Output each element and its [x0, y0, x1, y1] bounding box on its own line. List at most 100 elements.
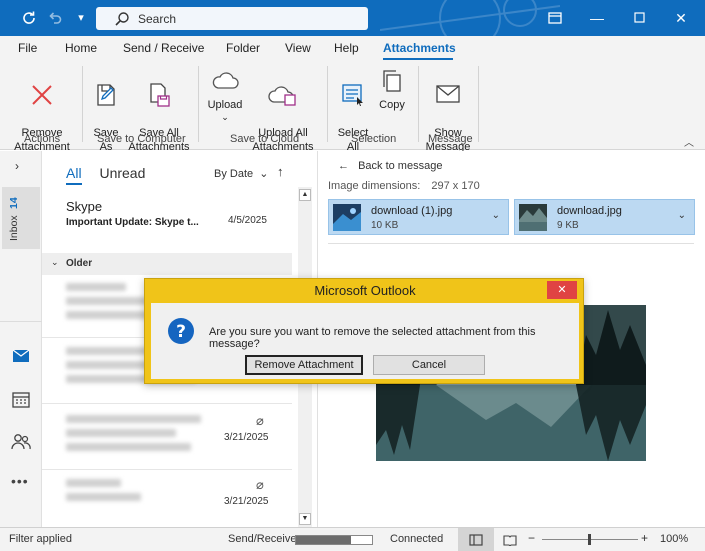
chevron-down-icon[interactable]: ⌄ [492, 210, 500, 221]
search-placeholder: Search [138, 12, 177, 26]
title-bar: ▾ Search — ✕ [0, 0, 705, 36]
inbox-label: Inbox [8, 215, 20, 242]
send-receive-progress [295, 535, 373, 545]
message-subject[interactable]: Important Update: Skype t... [66, 217, 199, 228]
back-to-message-link[interactable]: ← Back to message [338, 160, 442, 172]
rail-divider [0, 321, 42, 322]
back-label: Back to message [358, 160, 443, 172]
attachment-thumbnail [519, 204, 547, 231]
minimize-button[interactable]: — [582, 6, 612, 30]
ribbon-display-options-icon[interactable] [540, 6, 570, 30]
calendar-icon[interactable] [12, 391, 30, 411]
group-selection: Selection [351, 133, 397, 145]
attachment-name: download.jpg [557, 205, 622, 217]
ribbon: Remove Attachment Actions Save As Save A… [0, 60, 705, 153]
menu-folder[interactable]: Folder [226, 41, 260, 55]
progress-fill [296, 536, 351, 544]
save-all-icon [150, 83, 170, 107]
dialog-body: ? Are you sure you want to remove the se… [151, 303, 579, 379]
dialog-close-button[interactable]: ✕ [547, 281, 577, 299]
cloud-upload-icon [268, 86, 296, 106]
upload-dropdown-icon: ⌄ [221, 112, 229, 122]
zoom-in-button[interactable]: + [641, 531, 648, 545]
zoom-slider-thumb[interactable] [588, 534, 591, 545]
remove-attachment-confirm-button[interactable]: Remove Attachment [245, 355, 363, 375]
upload-button[interactable]: Upload ⌄ [204, 68, 246, 122]
message-sender[interactable]: Skype [66, 199, 102, 214]
group-separator [478, 66, 479, 142]
status-bar: Filter applied Send/Receive Connected − … [0, 527, 705, 551]
back-arrow-icon: ← [338, 160, 349, 172]
title-bar-decoration [380, 0, 560, 36]
dialog-message: Are you sure you want to remove the sele… [209, 326, 536, 350]
close-window-button[interactable]: ✕ [666, 6, 696, 30]
collapse-ribbon-icon[interactable]: ︿ [684, 134, 694, 149]
list-item-blurred[interactable] [66, 479, 216, 527]
menu-view[interactable]: View [285, 41, 311, 55]
tab-unread[interactable]: Unread [99, 165, 145, 181]
attachment-chip[interactable]: download (1).jpg 10 KB ⌄ [328, 199, 509, 235]
chevron-down-icon[interactable]: ⌄ [678, 210, 686, 221]
search-icon [115, 12, 129, 26]
message-date: 3/21/2025 [224, 496, 269, 507]
more-apps-icon[interactable]: ••• [11, 473, 29, 489]
zoom-level[interactable]: 100% [660, 533, 688, 545]
menu-send-receive[interactable]: Send / Receive [123, 41, 204, 55]
svg-text:?: ? [176, 322, 186, 342]
attachment-size: 9 KB [557, 220, 579, 231]
group-separator [327, 66, 328, 142]
dims-value: 297 x 170 [431, 180, 480, 192]
maximize-button[interactable] [624, 6, 654, 30]
group-header-older[interactable]: ⌄ Older [42, 253, 292, 275]
group-actions: Actions [24, 133, 61, 145]
copy-label: Copy [379, 99, 405, 111]
sort-dropdown[interactable]: By Date ⌄ [214, 167, 268, 180]
inbox-count-badge: 14 [8, 196, 20, 209]
quick-access-dropdown-icon[interactable]: ▾ [70, 8, 92, 28]
sort-label: By Date [214, 168, 254, 180]
normal-view-button[interactable] [458, 528, 494, 551]
message-date: 4/5/2025 [228, 215, 267, 226]
dims-label: Image dimensions: [328, 180, 421, 192]
scroll-up-arrow-icon[interactable]: ▲ [299, 189, 311, 201]
group-separator [82, 66, 83, 142]
reading-view-button[interactable] [503, 534, 517, 549]
people-icon[interactable] [11, 433, 31, 453]
paperclip-icon: ⌀ [256, 413, 264, 428]
send-receive-status: Send/Receive [228, 533, 297, 545]
menu-help[interactable]: Help [334, 41, 359, 55]
confirm-remove-dialog: Microsoft Outlook ✕ ? Are you sure you w… [144, 278, 584, 384]
group-message: Message [428, 133, 473, 145]
scroll-down-arrow-icon[interactable]: ▼ [299, 513, 311, 525]
inbox-folder-label: Inbox 14 [8, 195, 32, 243]
mail-icon[interactable] [12, 349, 30, 366]
group-save-to-computer: Save to Computer [97, 133, 186, 145]
message-date: 3/21/2025 [224, 432, 269, 443]
sort-direction-arrow-icon[interactable]: ↑ [277, 164, 284, 179]
menu-file[interactable]: File [18, 41, 37, 55]
chevron-down-icon: ⌄ [259, 168, 269, 180]
row-separator [42, 403, 292, 404]
menu-attachments[interactable]: Attachments [383, 41, 456, 55]
row-separator [42, 469, 292, 470]
zoom-out-button[interactable]: − [528, 531, 535, 545]
attachment-divider [328, 243, 694, 244]
navigation-rail: › Inbox 14 ••• [0, 151, 42, 527]
attachment-name: download (1).jpg [371, 205, 453, 217]
group-separator [418, 66, 419, 142]
copy-button[interactable]: Copy [376, 68, 408, 112]
select-all-icon [342, 84, 363, 106]
filter-status: Filter applied [9, 533, 72, 545]
menu-home[interactable]: Home [65, 41, 97, 55]
attachment-chip[interactable]: download.jpg 9 KB ⌄ [514, 199, 695, 235]
undo-icon[interactable] [44, 8, 66, 28]
attachment-size: 10 KB [371, 220, 399, 231]
list-filter-tabs: All Unread [66, 165, 145, 185]
tab-all[interactable]: All [66, 165, 82, 185]
search-box[interactable]: Search [96, 7, 368, 30]
collapse-group-icon: ⌄ [51, 257, 59, 267]
list-item-blurred[interactable] [66, 415, 216, 465]
expand-folder-pane-icon[interactable]: › [15, 159, 19, 173]
cancel-button[interactable]: Cancel [373, 355, 485, 375]
sync-icon[interactable] [18, 8, 40, 28]
